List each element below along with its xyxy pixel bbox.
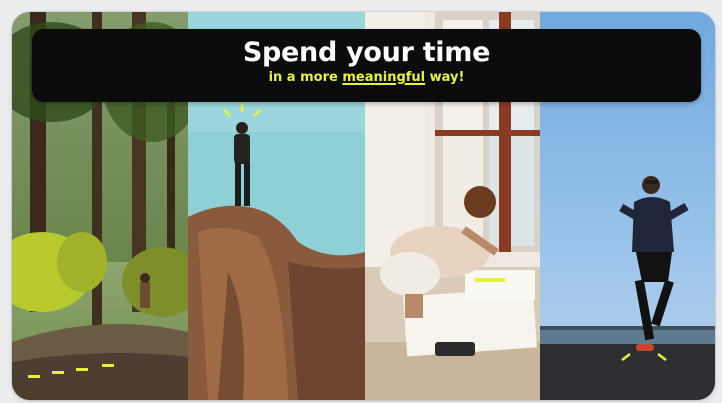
headline-banner: Spend your time in a more meaningful way… bbox=[32, 29, 701, 102]
headline-subtitle: in a more meaningful way! bbox=[32, 69, 701, 87]
headline-title: Spend your time bbox=[242, 37, 491, 68]
subtitle-highlight: meaningful bbox=[342, 70, 426, 85]
subtitle-prefix: in a more bbox=[268, 70, 343, 85]
hero-card: Spend your time in a more meaningful way… bbox=[12, 12, 715, 400]
subtitle-suffix: way! bbox=[425, 70, 465, 85]
